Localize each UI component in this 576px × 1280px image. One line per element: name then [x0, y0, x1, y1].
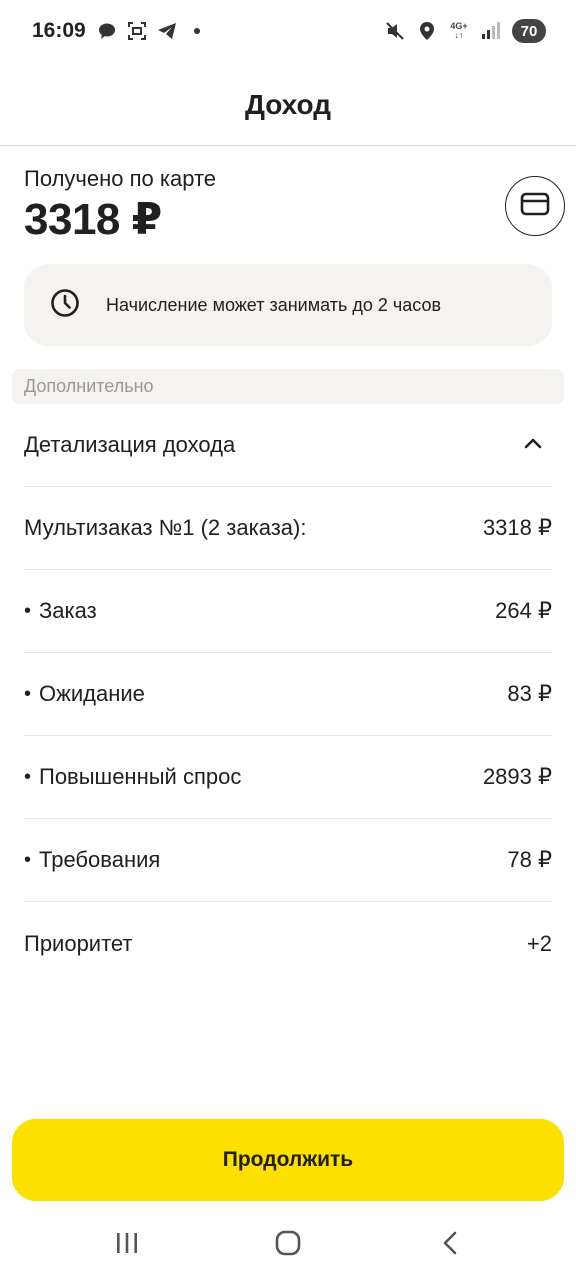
detail-row-label: Требования [39, 847, 161, 872]
detail-row-label: Ожидание [39, 681, 145, 706]
detail-row: Приоритет +2 [24, 902, 552, 985]
info-text: Начисление может занимать до 2 часов [106, 294, 442, 315]
detail-row: • Требования 78 ₽ [24, 819, 552, 902]
chevron-up-icon [524, 436, 542, 454]
detail-row: • Повышенный спрос 2893 ₽ [24, 736, 552, 819]
detail-row: • Заказ 264 ₽ [24, 570, 552, 653]
detail-row-value: 2893 ₽ [482, 764, 552, 789]
status-time: 16:09 [32, 19, 86, 42]
credit-card-icon [520, 192, 550, 221]
detail-row-label: Заказ [39, 598, 97, 623]
screenshot-icon [126, 20, 148, 42]
signal-icon [480, 20, 502, 42]
detail-row-value: 264 ₽ [495, 598, 552, 623]
battery-indicator: 70 [512, 19, 546, 43]
detail-row: Мультизаказ №1 (2 заказа): 3318 ₽ [24, 487, 552, 570]
bullet: • [24, 682, 32, 705]
bullet: • [24, 765, 32, 788]
back-icon [442, 1231, 458, 1260]
detail-row-value: 78 ₽ [507, 847, 552, 872]
location-icon [416, 20, 438, 42]
recent-apps-button[interactable] [107, 1230, 147, 1260]
page-title: Доход [244, 88, 332, 120]
details-list: Мультизаказ №1 (2 заказа): 3318 ₽ • Зака… [24, 487, 552, 985]
clock-icon [50, 288, 80, 323]
dot-icon [186, 20, 208, 42]
detail-row-label: Повышенный спрос [39, 764, 242, 789]
detail-row: • Ожидание 83 ₽ [24, 653, 552, 736]
detail-row-label: Приоритет [24, 930, 133, 956]
back-button[interactable] [430, 1230, 470, 1260]
chat-bubble-icon [96, 20, 118, 42]
bullet: • [24, 848, 32, 871]
header: Доход [0, 64, 576, 146]
continue-label: Продолжить [222, 1148, 354, 1171]
recent-apps-icon [115, 1232, 139, 1259]
received-label: Получено по карте [24, 166, 217, 191]
mute-icon [384, 20, 406, 42]
detail-row-value: 3318 ₽ [482, 515, 552, 540]
detail-row-value: +2 [526, 930, 552, 956]
details-toggle[interactable]: Детализация дохода [24, 404, 552, 487]
home-button[interactable] [268, 1230, 308, 1260]
received-amount: 3318 ₽ [24, 195, 162, 244]
home-icon [275, 1230, 301, 1261]
system-nav-bar [0, 1210, 576, 1280]
bullet: • [24, 599, 32, 622]
telegram-icon [156, 20, 178, 42]
continue-button[interactable]: Продолжить [12, 1119, 564, 1201]
info-box: Начисление может занимать до 2 часов [24, 264, 552, 346]
status-bar: 16:09 4G+ ↓↑ 70 [0, 0, 576, 64]
card-button[interactable] [505, 176, 565, 236]
detail-row-value: 83 ₽ [507, 681, 552, 706]
network-icon: 4G+ ↓↑ [450, 21, 468, 40]
section-title: Дополнительно [24, 376, 154, 396]
details-title: Детализация дохода [24, 432, 236, 457]
detail-row-label: Мультизаказ №1 (2 заказа): [24, 515, 307, 540]
section-header: Дополнительно [12, 369, 564, 404]
